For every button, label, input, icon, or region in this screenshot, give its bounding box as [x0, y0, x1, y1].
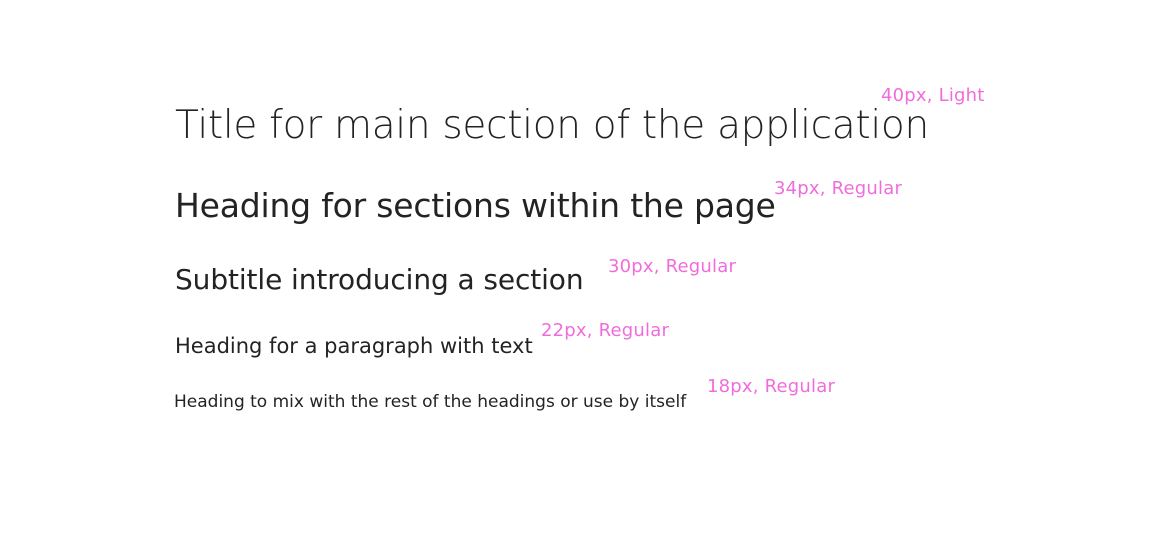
small-heading-spec-label: 18px, Regular	[707, 376, 836, 397]
subtitle-sample-text: Subtitle introducing a section	[175, 263, 584, 296]
heading-sample-text: Heading for sections within the page	[175, 186, 776, 225]
subtitle-spec-label: 30px, Regular	[608, 256, 737, 277]
heading-spec-label: 34px, Regular	[774, 178, 903, 199]
title-sample-text: Title for main section of the applicatio…	[175, 103, 929, 148]
small-heading-sample-text: Heading to mix with the rest of the head…	[174, 392, 687, 412]
paragraph-heading-sample-text: Heading for a paragraph with text	[175, 334, 533, 358]
paragraph-heading-spec-label: 22px, Regular	[541, 320, 670, 341]
title-spec-label: 40px, Light	[881, 85, 985, 106]
